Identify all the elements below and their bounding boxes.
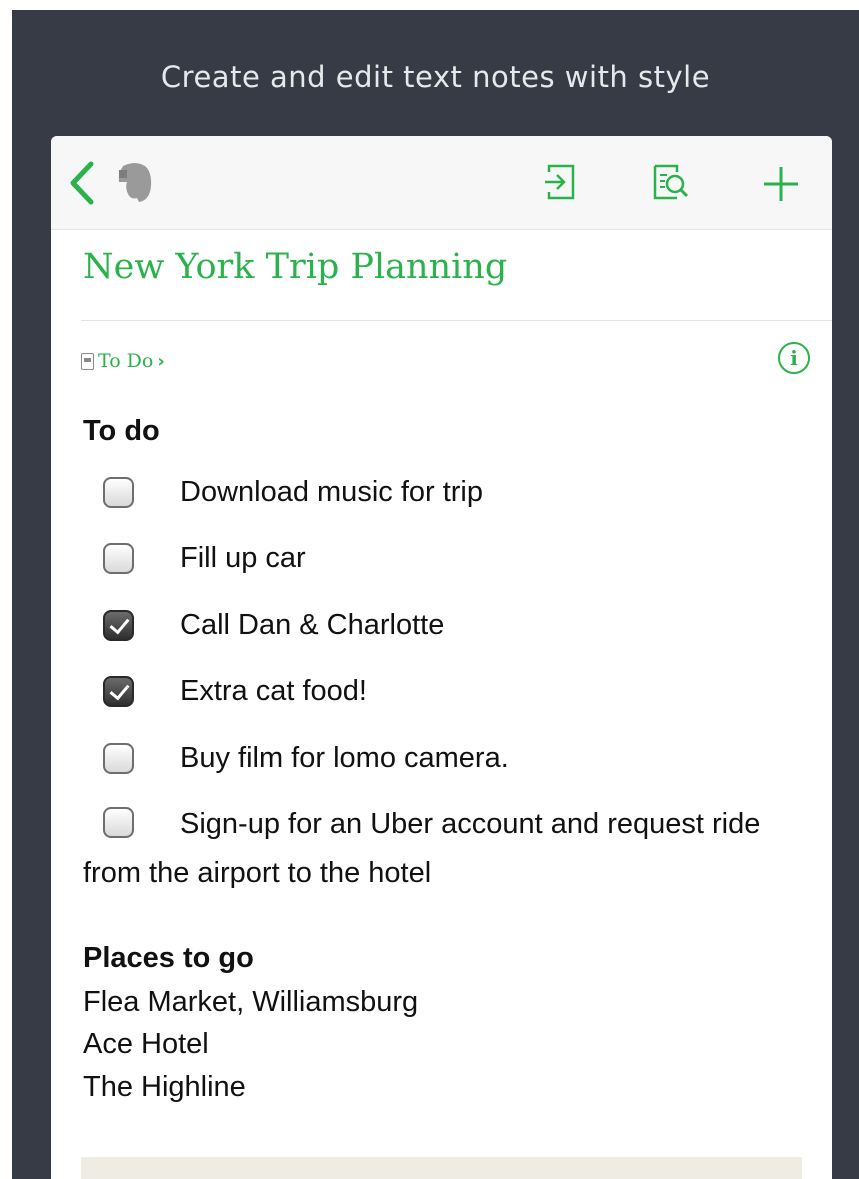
info-icon[interactable]: i xyxy=(778,342,810,374)
todo-heading: To do xyxy=(83,415,160,447)
todo-label: Fill up car xyxy=(180,541,306,574)
place-item: Flea Market, Williamsburg xyxy=(83,986,419,1018)
todo-checkbox[interactable] xyxy=(103,806,134,838)
todo-label: Call Dan & Charlotte xyxy=(180,608,445,641)
place-item: The Highline xyxy=(83,1071,246,1103)
note-card: New York Trip Planning To Do › i To do D… xyxy=(51,136,832,1179)
notebook-icon xyxy=(81,352,94,370)
todo-item: Sign-up for an Uber account and request … xyxy=(83,800,803,898)
todo-item: Buy film for lomo camera. xyxy=(83,738,509,778)
todo-checkbox[interactable] xyxy=(103,476,134,508)
title-divider xyxy=(81,320,832,321)
note-search-icon[interactable] xyxy=(651,162,691,207)
places-heading: Places to go xyxy=(83,942,254,974)
plus-icon[interactable] xyxy=(761,164,801,209)
app-screenshot-frame: Create and edit text notes with style Ne… xyxy=(12,10,859,1179)
evernote-elephant-icon[interactable] xyxy=(115,160,155,211)
notebook-link[interactable]: To Do › xyxy=(81,346,165,376)
todo-checkbox-checked[interactable] xyxy=(103,675,134,707)
todo-checkbox[interactable] xyxy=(103,542,134,574)
embedded-map-preview[interactable] xyxy=(81,1157,802,1179)
todo-item: Download music for trip xyxy=(83,472,483,512)
todo-item: Extra cat food! xyxy=(83,671,367,711)
todo-label: Sign-up for an Uber account and request … xyxy=(83,808,761,889)
todo-checkbox-checked[interactable] xyxy=(103,609,134,641)
todo-item: Fill up car xyxy=(83,538,306,578)
todo-label: Buy film for lomo camera. xyxy=(180,741,509,774)
promo-caption: Create and edit text notes with style xyxy=(160,60,711,94)
todo-label: Extra cat food! xyxy=(180,674,367,707)
chevron-right-icon: › xyxy=(157,350,165,372)
share-icon[interactable] xyxy=(543,162,579,207)
todo-item: Call Dan & Charlotte xyxy=(83,605,444,645)
todo-checkbox[interactable] xyxy=(103,742,134,774)
todo-label: Download music for trip xyxy=(180,475,483,508)
note-toolbar xyxy=(51,136,832,230)
chevron-left-icon[interactable] xyxy=(67,160,97,211)
notebook-name: To Do xyxy=(98,350,154,372)
note-title[interactable]: New York Trip Planning xyxy=(83,247,507,287)
place-item: Ace Hotel xyxy=(83,1028,209,1060)
